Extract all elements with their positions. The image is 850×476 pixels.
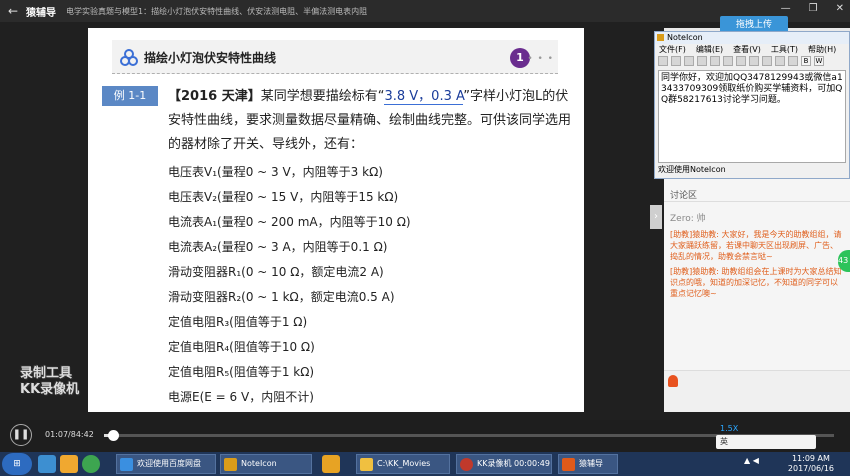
task-yuanfudao[interactable]: 猿辅导 xyxy=(558,454,618,474)
ie-icon[interactable] xyxy=(38,455,56,473)
question-pre: 某同学想要描绘标有“ xyxy=(260,89,385,104)
watermark-line1: 录制工具 xyxy=(20,366,73,381)
lesson-title: 电学实验真题与模型1：描绘小灯泡伏安特性曲线、伏安法测电阻、半偏法测电表内阻 xyxy=(66,6,368,16)
task-kk-recorder[interactable]: KK录像机 00:00:49 xyxy=(456,454,552,474)
bulb-rating: 3.8 V，0.3 A xyxy=(384,89,464,105)
question-text: 【2016 天津】某同学想要描绘标有“3.8 V，0.3 A”字样小灯泡L的伏安… xyxy=(168,85,576,157)
equipment-item: 定值电阻R₃(阻值等于1 Ω) xyxy=(168,315,308,329)
ime-lang[interactable]: 英 xyxy=(720,437,728,446)
assistant-message: [助教]猿助教: 大家好，我是今天的助教组组，请大家踊跃练留，若课中聊天区出现刷… xyxy=(670,230,842,261)
flame-icon[interactable] xyxy=(668,375,678,387)
question-source: 【2016 天津】 xyxy=(168,89,261,104)
video-player-app: ← 猿辅导 电学实验真题与模型1：描绘小灯泡伏安特性曲线、伏安法测电阻、半偏法测… xyxy=(0,0,850,452)
folder-icon xyxy=(360,458,373,471)
close-icon[interactable]: ✕ xyxy=(836,3,844,14)
task-label: C:\KK_Movies xyxy=(377,459,431,468)
task-baidu[interactable]: 欢迎使用百度网盘 xyxy=(116,454,216,474)
noteicon-window: NoteIcon 文件(F) 编辑(E) 查看(V) 工具(T) 帮助(H) B… xyxy=(654,31,850,179)
equipment-list: 电压表V₁(量程0 ~ 3 V，内阻等于3 kΩ) 电压表V₂(量程0 ~ 15… xyxy=(168,160,568,410)
minimize-icon[interactable]: — xyxy=(781,3,791,14)
slide-header: 描绘小灯泡伏安特性曲线 1 • • • xyxy=(112,40,558,74)
equipment-item: 定值电阻R₄(阻值等于10 Ω) xyxy=(168,340,315,354)
noteicon-status: 欢迎使用NoteIcon xyxy=(658,165,726,174)
noteicon-toolbar: B W xyxy=(655,55,849,69)
system-tray: ▲ ◀ xyxy=(744,456,759,465)
taobao-icon[interactable] xyxy=(322,455,340,473)
menu-edit[interactable]: 编辑(E) xyxy=(696,44,723,55)
trefoil-logo-icon xyxy=(120,49,138,66)
task-label: 欢迎使用百度网盘 xyxy=(137,459,201,468)
equipment-item: 电流表A₁(量程0 ~ 200 mA，内阻等于10 Ω) xyxy=(168,215,411,229)
seek-handle[interactable] xyxy=(108,430,120,441)
task-label: 猿辅导 xyxy=(579,459,603,468)
windows-taskbar: ⊞ 欢迎使用百度网盘 NoteIcon C:\KK_Movies KK录像机 0… xyxy=(0,452,850,476)
menu-tools[interactable]: 工具(T) xyxy=(771,44,798,55)
noteicon-text-area[interactable]: 同学你好，欢迎加QQ3478129943或微信a13433709309领取纸价购… xyxy=(658,70,846,163)
chat-input-area[interactable] xyxy=(664,370,850,412)
chat-user-line: Zero: 帅 xyxy=(670,214,706,224)
collapse-panel-button[interactable]: › xyxy=(650,205,662,229)
recorder-watermark: 录制工具 KK录像机 xyxy=(20,366,79,398)
equipment-item: 定值电阻R₅(阻值等于1 kΩ) xyxy=(168,365,315,379)
playback-time: 01:07/84:42 xyxy=(45,430,94,439)
watermark-line2: KK录像机 xyxy=(20,382,80,397)
back-arrow-icon[interactable]: ← xyxy=(0,4,26,18)
recorder-icon xyxy=(460,458,473,471)
undo-icon[interactable] xyxy=(723,56,733,66)
floating-badge[interactable]: 43 xyxy=(838,250,850,272)
assistant-message: [助教]猿助教: 助教组组会在上课时为大家总结知识点的哦，知道的加深记忆，不知道… xyxy=(670,267,842,298)
equipment-item: 电源E(E = 6 V，内阻不计) xyxy=(168,390,314,404)
image-icon[interactable] xyxy=(775,56,785,66)
yuanfudao-icon xyxy=(562,458,575,471)
playback-rate[interactable]: 1.5X xyxy=(720,424,738,433)
pin-icon[interactable] xyxy=(788,56,798,66)
noteicon-icon xyxy=(224,458,237,471)
print-icon[interactable] xyxy=(671,56,681,66)
window-controls: — ❐ ✕ xyxy=(781,3,844,14)
dotted-divider: • • • xyxy=(527,54,554,64)
task-label: KK录像机 00:00:49 xyxy=(477,459,550,468)
save-icon[interactable] xyxy=(658,56,668,66)
equipment-item: 电压表V₂(量程0 ~ 15 V，内阻等于15 kΩ) xyxy=(168,190,399,204)
restore-icon[interactable]: ❐ xyxy=(809,3,818,14)
menu-file[interactable]: 文件(F) xyxy=(659,44,686,55)
folder-icon[interactable] xyxy=(60,455,78,473)
paste-icon[interactable] xyxy=(710,56,720,66)
player-icon[interactable] xyxy=(82,455,100,473)
bold-icon[interactable]: B xyxy=(801,56,811,66)
network-icon[interactable]: ▲ xyxy=(744,456,750,465)
pause-icon[interactable]: ❚❚ xyxy=(10,424,32,446)
divider xyxy=(664,201,850,202)
volume-icon[interactable]: ◀ xyxy=(753,456,759,465)
noteicon-menu: 文件(F) 编辑(E) 查看(V) 工具(T) 帮助(H) xyxy=(655,44,849,55)
section-title: 描绘小灯泡伏安特性曲线 xyxy=(144,51,277,65)
equipment-item: 滑动变阻器R₂(0 ~ 1 kΩ，额定电流0.5 A) xyxy=(168,290,395,304)
wrap-icon[interactable]: W xyxy=(814,56,824,66)
equipment-item: 滑动变阻器R₁(0 ~ 10 Ω，额定电流2 A) xyxy=(168,265,384,279)
menu-help[interactable]: 帮助(H) xyxy=(808,44,836,55)
task-label: NoteIcon xyxy=(241,459,277,468)
equipment-item: 电压表V₁(量程0 ~ 3 V，内阻等于3 kΩ) xyxy=(168,165,383,179)
font-icon[interactable] xyxy=(749,56,759,66)
clock-date: 2017/06/16 xyxy=(787,464,834,473)
cut-icon[interactable] xyxy=(684,56,694,66)
app-name: 猿辅导 xyxy=(26,7,56,19)
copy-icon[interactable] xyxy=(697,56,707,66)
noteicon-title: NoteIcon xyxy=(655,32,849,44)
task-noteicon[interactable]: NoteIcon xyxy=(220,454,312,474)
equipment-item: 电流表A₂(量程0 ~ 3 A，内阻等于0.1 Ω) xyxy=(168,240,388,254)
example-badge: 例 1-1 xyxy=(102,86,158,106)
color-icon[interactable] xyxy=(762,56,772,66)
search-icon[interactable] xyxy=(736,56,746,66)
ime-bar[interactable]: 英 xyxy=(716,435,816,449)
discussion-label: 讨论区 xyxy=(670,191,698,201)
start-button[interactable]: ⊞ xyxy=(2,453,32,475)
baidu-cloud-icon xyxy=(120,458,133,471)
clock-time: 11:09 AM xyxy=(791,454,830,463)
lecture-slide: 描绘小灯泡伏安特性曲线 1 • • • 例 1-1 【2016 天津】某同学想要… xyxy=(88,28,584,412)
task-explorer[interactable]: C:\KK_Movies xyxy=(356,454,450,474)
system-clock[interactable]: 11:09 AM 2017/06/16 xyxy=(788,454,834,474)
menu-view[interactable]: 查看(V) xyxy=(733,44,761,55)
